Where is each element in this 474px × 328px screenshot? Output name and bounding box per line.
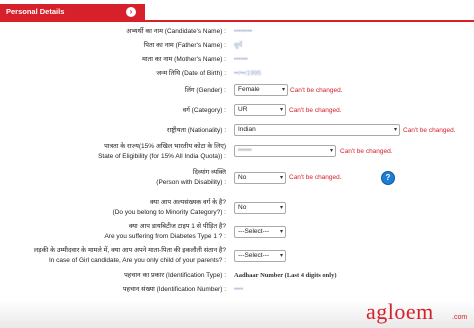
watermark-logo: agloem .com	[366, 300, 472, 328]
value-mother-name: ••••••	[234, 56, 248, 63]
value-father-name: सुर्ये	[234, 42, 243, 49]
value-id-type: Aadhaar Number (Last 4 digits only)	[234, 272, 337, 279]
chevron-down-icon: ▾	[279, 253, 283, 259]
gender-select-value: Female	[238, 86, 260, 93]
category-note: Can't be changed.	[289, 107, 342, 114]
minority-select-value: No	[238, 204, 247, 211]
label-minority-hi: क्या आप अल्पसंख्यक वर्ग के है?	[149, 199, 226, 206]
disability-select[interactable]: No ▾	[234, 172, 286, 184]
disability-note: Can't be changed.	[289, 174, 342, 181]
logo-text: agloem	[366, 299, 434, 324]
label-id-number: पहचान संख्या (Identification Number) :	[122, 286, 226, 293]
state-eligibility-note: Can't be changed.	[340, 148, 393, 155]
gender-note: Can't be changed.	[290, 87, 343, 94]
label-nationality: राष्ट्रीयता (Nationality) :	[166, 127, 226, 134]
nationality-note: Can't be changed.	[403, 127, 456, 134]
help-icon[interactable]: ?	[381, 171, 395, 185]
nationality-select[interactable]: Indian ▾	[234, 124, 400, 136]
section-header-personal-details[interactable]: Personal Details ›	[0, 4, 145, 20]
chevron-down-icon: ▾	[279, 107, 283, 113]
label-disability-hi: दिव्यांग व्यक्ति	[192, 169, 226, 176]
header-divider	[0, 20, 474, 22]
section-title: Personal Details	[6, 7, 65, 16]
only-child-select-value: ---Select---	[238, 252, 270, 259]
minority-select[interactable]: No ▾	[234, 202, 286, 214]
diabetes-select[interactable]: ---Select--- ▾	[234, 226, 286, 238]
label-mother-name: माता का नाम (Mother's Name) :	[141, 56, 226, 63]
chevron-down-icon: ▾	[393, 127, 397, 133]
label-disability-en: (Person with Disability) :	[156, 179, 226, 186]
state-eligibility-select[interactable]: •••••• ▾	[234, 145, 336, 157]
chevron-down-icon: ▾	[279, 229, 283, 235]
value-dob: ••/••/1995	[234, 70, 262, 77]
gender-select[interactable]: Female ▾	[234, 84, 288, 96]
label-id-type: पहचान का प्रकार (Identification Type) :	[124, 272, 226, 279]
chevron-down-icon: ▾	[279, 175, 283, 181]
value-id-number: ••••	[234, 286, 244, 293]
label-dob: जन्म तिथि (Date of Birth) :	[156, 70, 226, 77]
label-gender: लिंग (Gender) :	[184, 87, 226, 94]
nationality-select-value: Indian	[238, 126, 256, 133]
label-candidate-name: अभ्यर्थी का नाम (Candidate's Name) :	[126, 28, 226, 35]
label-only-child-en: In case of Girl candidate, Are you only …	[48, 257, 226, 264]
diabetes-select-value: ---Select---	[238, 228, 270, 235]
state-eligibility-select-value: ••••••	[238, 147, 252, 154]
chevron-down-icon: ▾	[329, 148, 333, 154]
chevron-right-icon[interactable]: ›	[126, 7, 136, 17]
chevron-down-icon: ▾	[281, 87, 285, 93]
only-child-select[interactable]: ---Select--- ▾	[234, 250, 286, 262]
category-select-value: UR	[238, 106, 248, 113]
label-diabetes-hi: क्या आप डायबिटीज टाइप 1 से पीड़ित है?	[128, 223, 226, 230]
disability-select-value: No	[238, 174, 247, 181]
label-category: वर्ग (Category) :	[182, 107, 226, 114]
logo-suffix: .com	[452, 314, 468, 321]
value-candidate-name: ••••••••	[234, 28, 253, 35]
label-father-name: पिता का नाम (Father's Name) :	[143, 42, 226, 49]
label-diabetes-en: Are you suffering from Diabetes Type 1 ?…	[104, 233, 226, 240]
label-state-eligibility-en: State of Eligibility (for 15% All India …	[98, 153, 226, 160]
label-minority-en: (Do you belong to Minority Category?) :	[112, 209, 226, 216]
label-state-eligibility-hi: पात्रता के राज्य(15% अखिल भारतीय कोटा के…	[104, 143, 226, 150]
category-select[interactable]: UR ▾	[234, 104, 286, 116]
label-only-child-hi: लड़की के उम्मीदवार के मामले में, क्या आप…	[33, 247, 226, 254]
chevron-down-icon: ▾	[279, 205, 283, 211]
